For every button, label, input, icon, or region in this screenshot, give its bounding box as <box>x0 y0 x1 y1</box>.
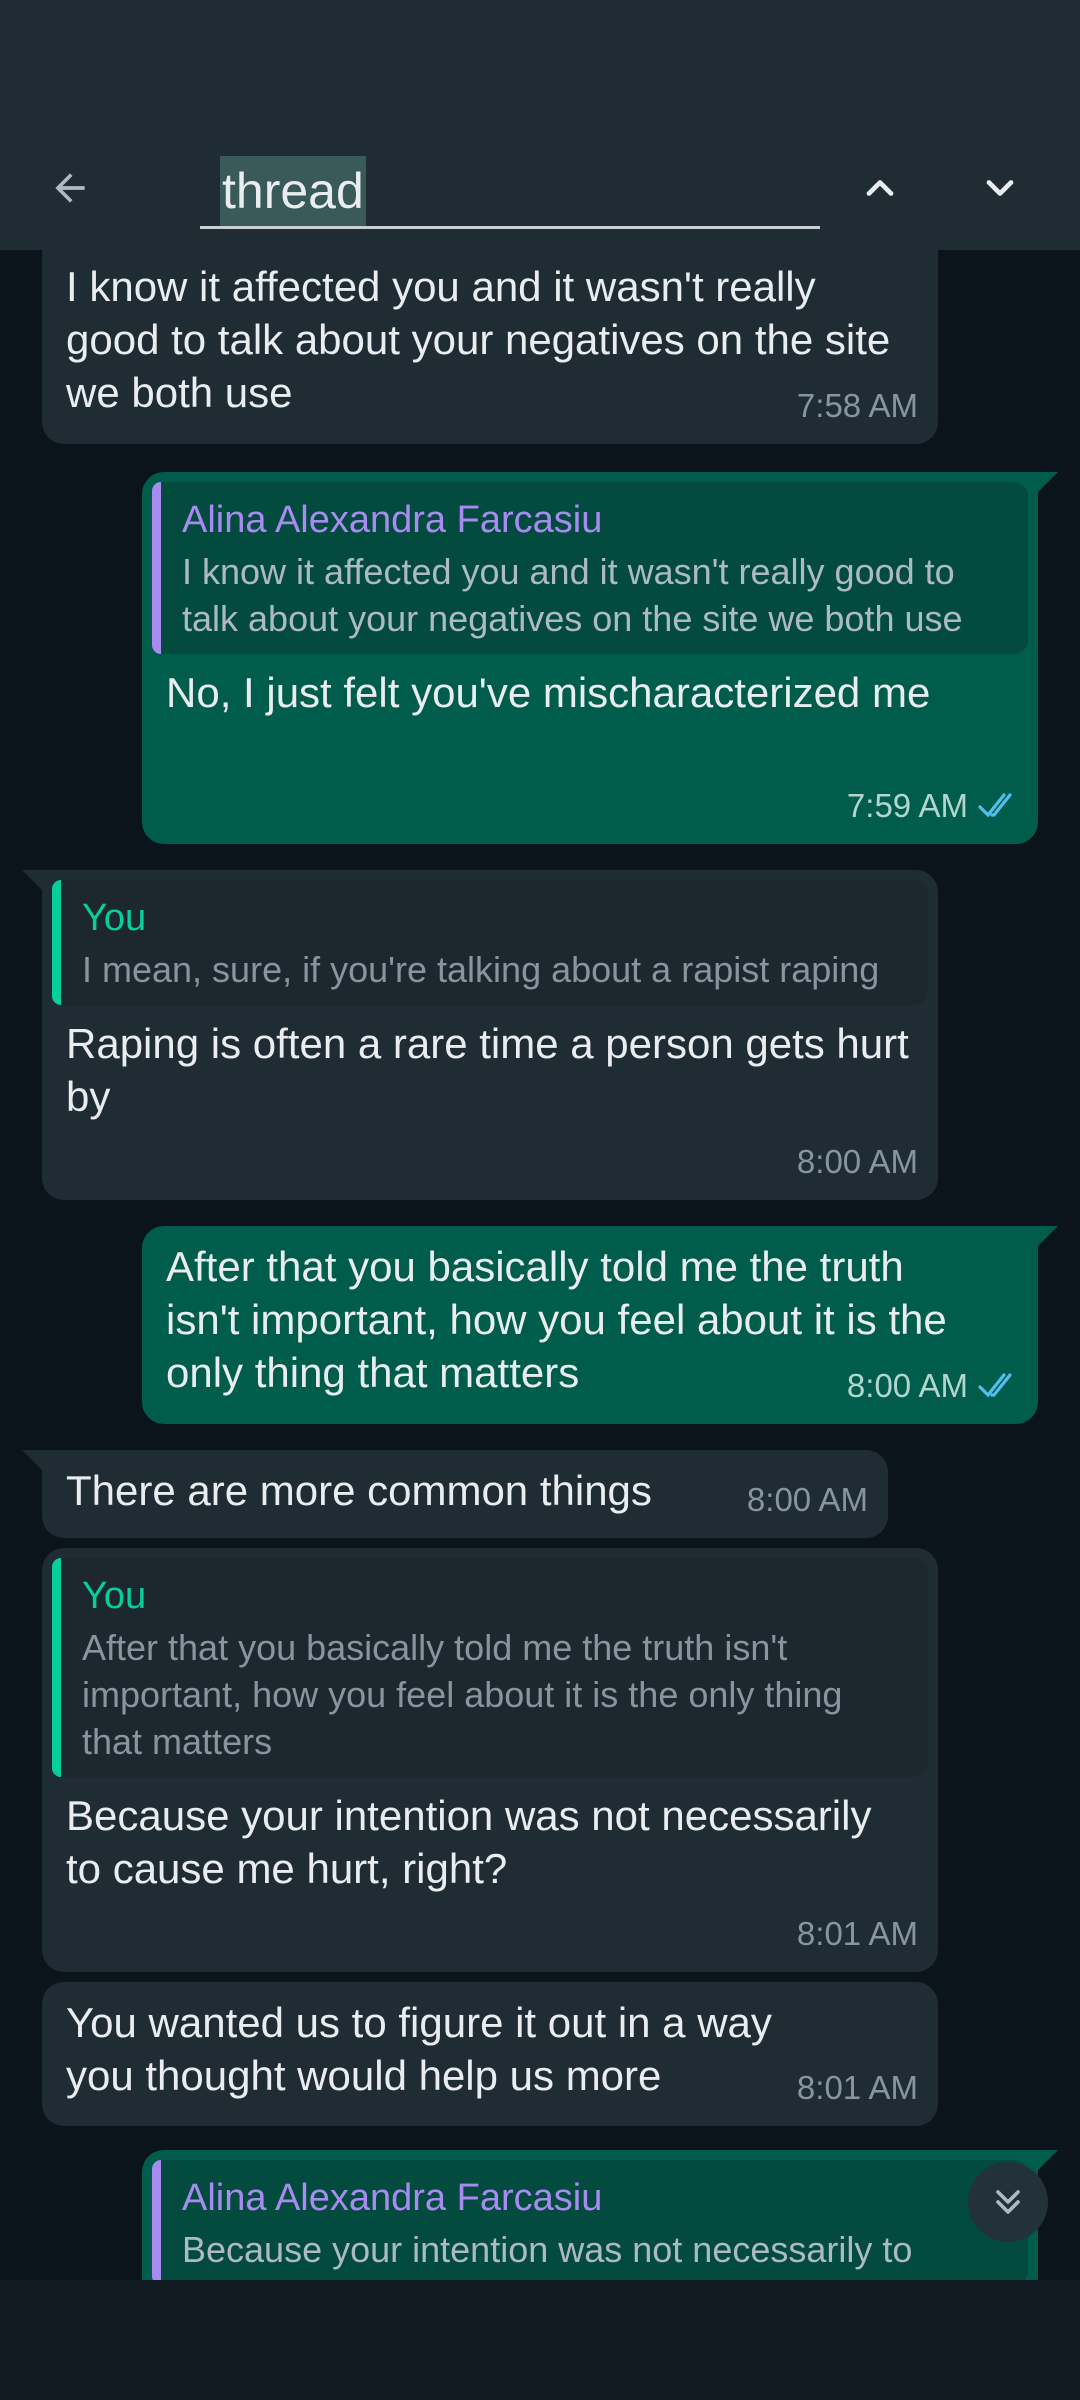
quote-text: Because your intention was not necessari… <box>182 2229 913 2270</box>
message-outgoing[interactable]: After that you basically told me the tru… <box>142 1226 1058 1424</box>
quote-text: After that you basically told me the tru… <box>82 1627 843 1762</box>
navigation-bar <box>0 2280 1080 2400</box>
message-text: No, I just felt you've mischaracterized … <box>166 669 931 716</box>
quoted-message[interactable]: You After that you basically told me the… <box>52 1558 928 1777</box>
message-incoming[interactable]: You wanted us to figure it out in a way … <box>42 1982 938 2126</box>
quote-author: You <box>82 897 147 939</box>
quoted-message[interactable]: You I mean, sure, if you're talking abou… <box>52 880 928 1005</box>
message-time: 8:01 AM <box>796 2069 918 2106</box>
search-next-button[interactable] <box>968 156 1032 220</box>
message-text: Raping is often a rare time a person get… <box>66 1020 909 1120</box>
message-incoming[interactable]: There are more common things 8:00 AM <box>22 1450 888 1538</box>
quote-author: Alina Alexandra Farcasiu <box>182 499 603 541</box>
search-toolbar: thread <box>0 130 1080 250</box>
quote-author: Alina Alexandra Farcasiu <box>182 2177 603 2219</box>
search-previous-button[interactable] <box>848 156 912 220</box>
message-outgoing[interactable]: Alina Alexandra Farcasiu Because your in… <box>142 2150 1058 2280</box>
message-outgoing[interactable]: Alina Alexandra Farcasiu I know it affec… <box>142 472 1058 844</box>
quote-author: You <box>82 1575 147 1617</box>
double-check-icon <box>978 1372 1012 1397</box>
chevron-up-icon <box>866 180 894 196</box>
message-incoming[interactable]: You I mean, sure, if you're talking abou… <box>22 870 938 1200</box>
arrow-left-icon <box>55 173 85 203</box>
chevron-down-icon <box>986 180 1014 196</box>
message-time: 7:58 AM <box>796 387 918 424</box>
message-time: 8:01 AM <box>796 1915 918 1952</box>
message-text: Because your intention was not necessari… <box>66 1792 872 1892</box>
search-field[interactable]: thread <box>200 142 820 229</box>
quoted-message[interactable]: Alina Alexandra Farcasiu Because your in… <box>152 2160 1028 2280</box>
message-incoming[interactable]: You After that you basically told me the… <box>42 1548 938 1972</box>
message-time: 8:00 AM <box>846 1367 968 1404</box>
message-time: 7:59 AM <box>846 787 968 824</box>
status-bar <box>0 0 1080 130</box>
chat-area[interactable]: I know it affected you and it wasn't rea… <box>0 250 1080 2280</box>
quote-text: I mean, sure, if you're talking about a … <box>82 949 880 990</box>
scroll-to-bottom-button[interactable] <box>968 2162 1048 2242</box>
message-incoming[interactable]: I know it affected you and it wasn't rea… <box>42 250 938 444</box>
message-time: 8:00 AM <box>746 1481 868 1518</box>
message-time: 8:00 AM <box>796 1143 918 1180</box>
search-input[interactable]: thread <box>220 156 366 226</box>
double-chevron-down-icon <box>996 2190 1020 2214</box>
double-check-icon <box>978 792 1012 817</box>
quote-text: I know it affected you and it wasn't rea… <box>182 551 963 639</box>
back-button[interactable] <box>38 156 102 220</box>
quoted-message[interactable]: Alina Alexandra Farcasiu I know it affec… <box>152 482 1028 654</box>
